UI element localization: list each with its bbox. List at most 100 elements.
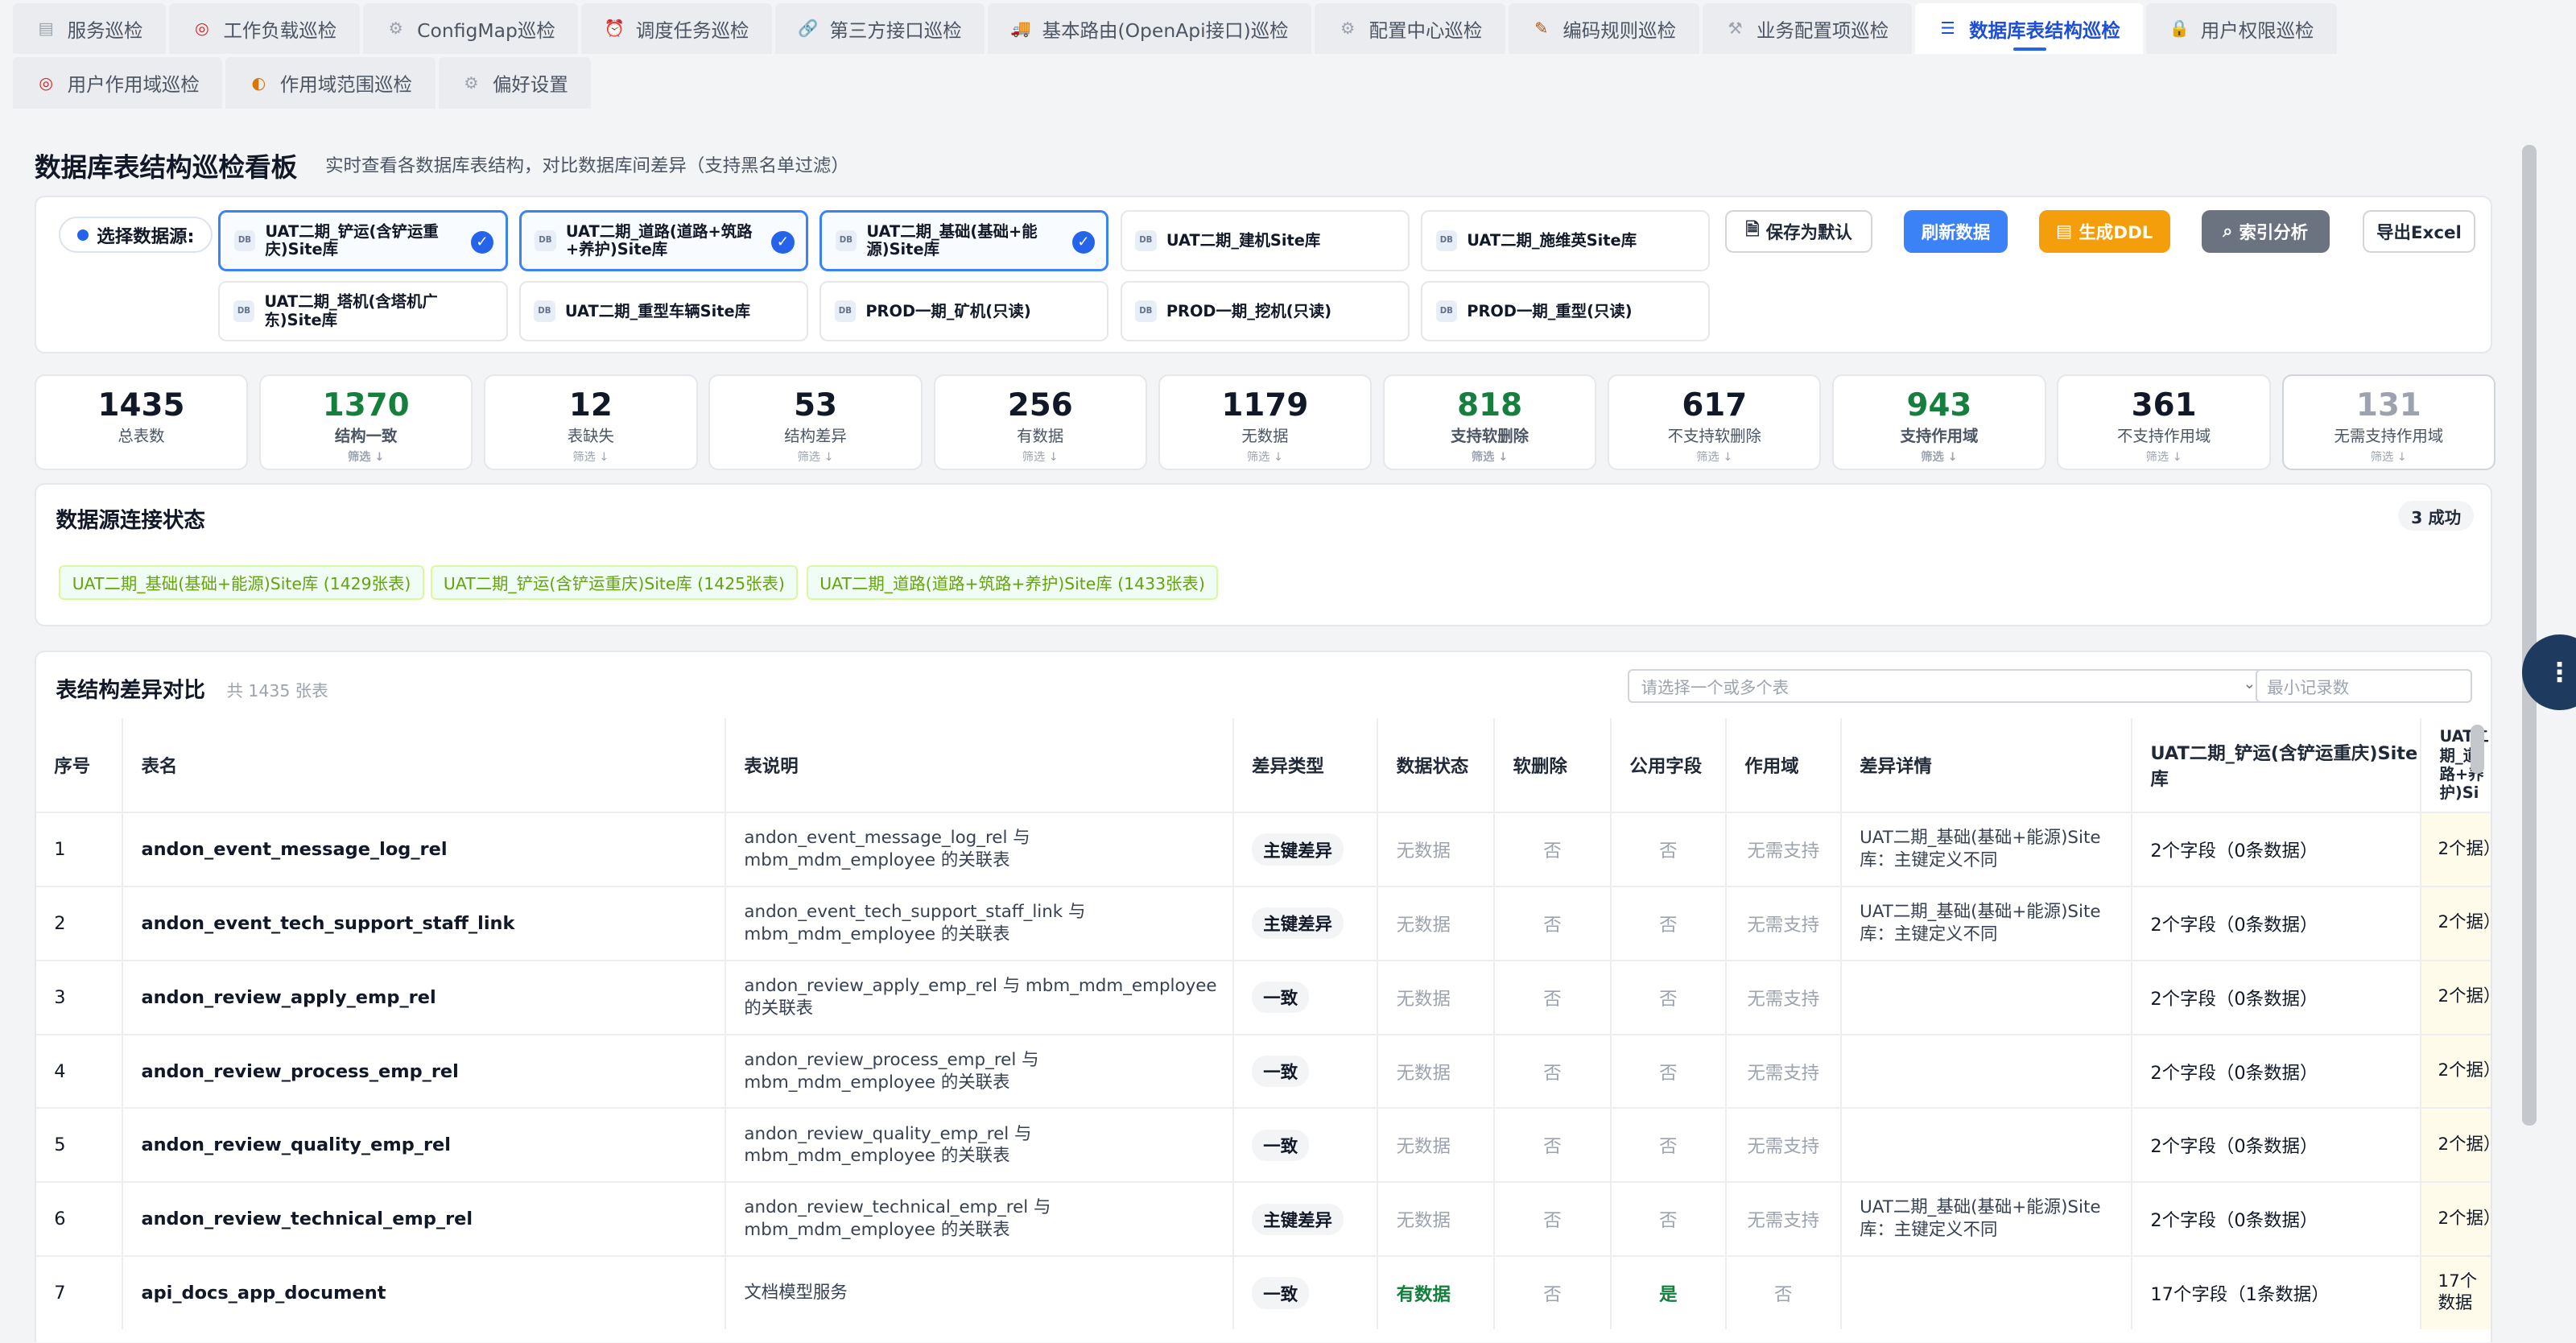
cell-no: 7 (54, 1283, 66, 1304)
column-header[interactable]: 数据状态 (1378, 717, 1496, 812)
app-root: ▤ 服务巡检 ◎ 工作负载巡检 ⚙ ConfigMap巡检 ⏰ 调度任务巡检 🔗 第三方接口巡检 🚚… (0, 0, 2576, 1343)
tab-7[interactable]: ✎ 编码规则巡检 (1508, 3, 1699, 55)
stat-filter-link[interactable]: 筛选 ↓ (710, 448, 920, 465)
stat-card[interactable]: 943 支持作用域 筛选 ↓ (1832, 374, 2046, 470)
stat-filter-link[interactable]: 筛选 ↓ (261, 448, 471, 465)
column-header[interactable]: 差异详情 (1842, 717, 2132, 812)
tab-2[interactable]: ⚙ ConfigMap巡检 (362, 3, 579, 55)
table-row[interactable]: 3 andon_review_apply_emp_rel andon_review_… (35, 959, 2491, 1034)
table-row[interactable]: 4 andon_review_process_emp_rel andon_revie… (35, 1033, 2491, 1108)
tab-6[interactable]: ⚙ 配置中心巡检 (1315, 3, 1505, 55)
column-header[interactable]: 序号 (36, 717, 123, 812)
column-header[interactable]: 公用字段 (1612, 717, 1727, 812)
chevron-down-icon: ⌄ (2243, 675, 2256, 692)
stat-filter-link[interactable]: 筛选 ↓ (485, 448, 696, 465)
stat-card[interactable]: 361 不支持作用域 筛选 ↓ (2057, 374, 2271, 470)
stat-filter-link[interactable]: 筛选 ↓ (2284, 448, 2494, 465)
datasource-chip[interactable]: DB PROD一期_矿机(只读) (819, 280, 1109, 342)
index-analysis-button[interactable]: ⌕ 索引分析 (2201, 210, 2330, 254)
stat-card[interactable]: 1435 总表数 (34, 374, 249, 470)
cell-detail: UAT二期_基础(基础+能源)Site库：主键定义不同 (1860, 1197, 2101, 1241)
min-records-input[interactable]: 最小记录数 (2255, 668, 2473, 704)
page-scrollbar[interactable] (2521, 144, 2537, 1126)
datasource-chip[interactable]: DB PROD一期_重型(只读) (1421, 280, 1711, 342)
tab-9[interactable]: ☰ 数据库表结构巡检 (1914, 3, 2144, 55)
tab-8[interactable]: ⚒ 业务配置项巡检 (1702, 3, 1912, 55)
cell-name: andon_review_technical_emp_rel (141, 1209, 473, 1230)
table-cell: andon_review_quality_emp_rel (123, 1109, 726, 1182)
stat-filter-link[interactable]: 筛选 ↓ (935, 448, 1146, 465)
tab-0[interactable]: ▤ 服务巡检 (13, 3, 167, 55)
cell-no: 5 (54, 1134, 66, 1156)
radio-dot-icon (76, 229, 89, 241)
datasource-chip[interactable]: DB UAT二期_塔机(含塔机广东)Site库 (218, 280, 508, 342)
datasource-chip[interactable]: DB UAT二期_道路(道路+筑路+养护)Site库 ✓ (518, 210, 808, 271)
stat-filter-link[interactable]: 筛选 ↓ (1834, 448, 2044, 465)
stat-card[interactable]: 12 表缺失 筛选 ↓ (484, 374, 698, 470)
stat-card[interactable]: 53 结构差异 筛选 ↓ (708, 374, 923, 470)
stat-filter-link[interactable]: 筛选 ↓ (1385, 448, 1595, 465)
column-header[interactable]: 作用域 (1727, 717, 1842, 812)
cell-scope: 无需支持 (1747, 1062, 1820, 1084)
stat-card[interactable]: 131 无需支持作用域 筛选 ↓ (2281, 374, 2496, 470)
stat-filter-link[interactable]: 筛选 ↓ (1160, 448, 1370, 465)
column-header[interactable]: 差异类型 (1234, 717, 1379, 812)
column-header[interactable]: UAT二期_铲运(含铲运重庆)Site库 (2132, 717, 2422, 812)
stat-value: 53 (794, 386, 838, 424)
table-cell: 文档模型服务 (726, 1257, 1234, 1329)
connection-tag: UAT二期_道路(道路+筑路+养护)Site库 (1433张表) (806, 564, 1219, 600)
generate-ddl-button[interactable]: ▤ 生成DDL (2038, 210, 2170, 254)
stat-filter-link[interactable]: 筛选 ↓ (2058, 448, 2268, 465)
column-header[interactable]: 表说明 (726, 717, 1234, 812)
table-row[interactable]: 6 andon_review_technical_emp_rel andon_rev… (35, 1181, 2491, 1256)
table-row[interactable]: 5 andon_review_quality_emp_rel andon_revie… (35, 1107, 2491, 1182)
tab-4[interactable]: 🔗 第三方接口巡检 (775, 3, 985, 55)
stat-filter-link[interactable]: 筛选 ↓ (1609, 448, 1819, 465)
more-vertical-icon: ⋮ (2546, 656, 2573, 688)
table-cell: andon_review_apply_emp_rel 与 mbm_mdm_emp… (726, 961, 1234, 1034)
table-cell: 3 (36, 961, 123, 1034)
tab-1[interactable]: ◎ 工作负载巡检 (169, 3, 360, 55)
datasource-chip[interactable]: DB UAT二期_基础(基础+能源)Site库 ✓ (819, 210, 1109, 271)
stat-card[interactable]: 617 不支持软删除 筛选 ↓ (1608, 374, 1822, 470)
datasource-chip[interactable]: DB UAT二期_建机Site库 (1120, 210, 1410, 271)
column-header[interactable]: 软删除 (1495, 717, 1612, 812)
datasource-chip[interactable]: DB UAT二期_施维英Site库 (1421, 210, 1711, 271)
table-cell: 2个字段（0条数据） (2132, 1035, 2422, 1108)
stat-card[interactable]: 256 有数据 筛选 ↓ (933, 374, 1147, 470)
refresh-button[interactable]: 刷新数据 (1904, 210, 2008, 254)
cell-no: 2 (54, 912, 66, 934)
table-cell: 17个数据 (2421, 1257, 2491, 1329)
column-header[interactable]: 表名 (123, 717, 726, 812)
tab-label: 基本路由(OpenApi接口)巡检 (1042, 19, 1289, 42)
datasource-chip[interactable]: DB UAT二期_重型车辆Site库 (518, 280, 808, 342)
truck-icon: 🚚 (1010, 19, 1031, 39)
table-row[interactable]: 1 andon_event_message_log_rel andon_event_… (35, 812, 2491, 886)
table-scrollbar[interactable] (2471, 724, 2484, 775)
datasource-chip[interactable]: DB UAT二期_铲运(含铲运重庆)Site库 ✓ (218, 210, 508, 271)
tab-12[interactable]: ◐ 作用域范围巡检 (225, 57, 436, 109)
table-row[interactable]: 7 api_docs_app_document 文档模型服务 一致 有数据 否 是 否 17个字… (35, 1255, 2491, 1329)
table-cell: 无需支持 (1727, 961, 1842, 1034)
tab-11[interactable]: ◎ 用户作用域巡检 (13, 57, 223, 109)
cell-soft: 否 (1543, 1284, 1562, 1306)
save-default-button[interactable]: 🗎 保存为默认 (1724, 210, 1873, 254)
table-cell: 2个据） (2421, 961, 2491, 1034)
gear-icon: ⚙ (388, 19, 403, 39)
stat-card[interactable]: 1179 无数据 筛选 ↓ (1158, 374, 1373, 470)
stat-card[interactable]: 818 支持软删除 筛选 ↓ (1382, 374, 1597, 470)
stat-card[interactable]: 1370 结构一致 筛选 ↓ (259, 374, 473, 470)
table-select[interactable]: 请选择一个或多个表 ⌄ (1628, 668, 2271, 704)
tab-5[interactable]: 🚚 基本路由(OpenApi接口)巡检 (988, 3, 1312, 55)
tab-10[interactable]: 🔒 用户权限巡检 (2146, 3, 2338, 55)
datasource-chip[interactable]: DB PROD一期_挖机(只读) (1120, 280, 1410, 342)
check-circle-icon: ✓ (771, 230, 795, 254)
tab-3[interactable]: ⏰ 调度任务巡检 (581, 3, 773, 55)
export-excel-button[interactable]: 导出Excel (2362, 210, 2476, 254)
tab-label: 第三方接口巡检 (829, 19, 962, 42)
cell-common: 否 (1659, 1136, 1678, 1158)
stat-value: 1435 (97, 386, 185, 424)
table-row[interactable]: 2 andon_event_tech_support_staff_link ando… (35, 885, 2491, 960)
table-cell: 无数据 (1378, 1035, 1496, 1108)
tab-13[interactable]: ⚙ 偏好设置 (438, 57, 592, 109)
